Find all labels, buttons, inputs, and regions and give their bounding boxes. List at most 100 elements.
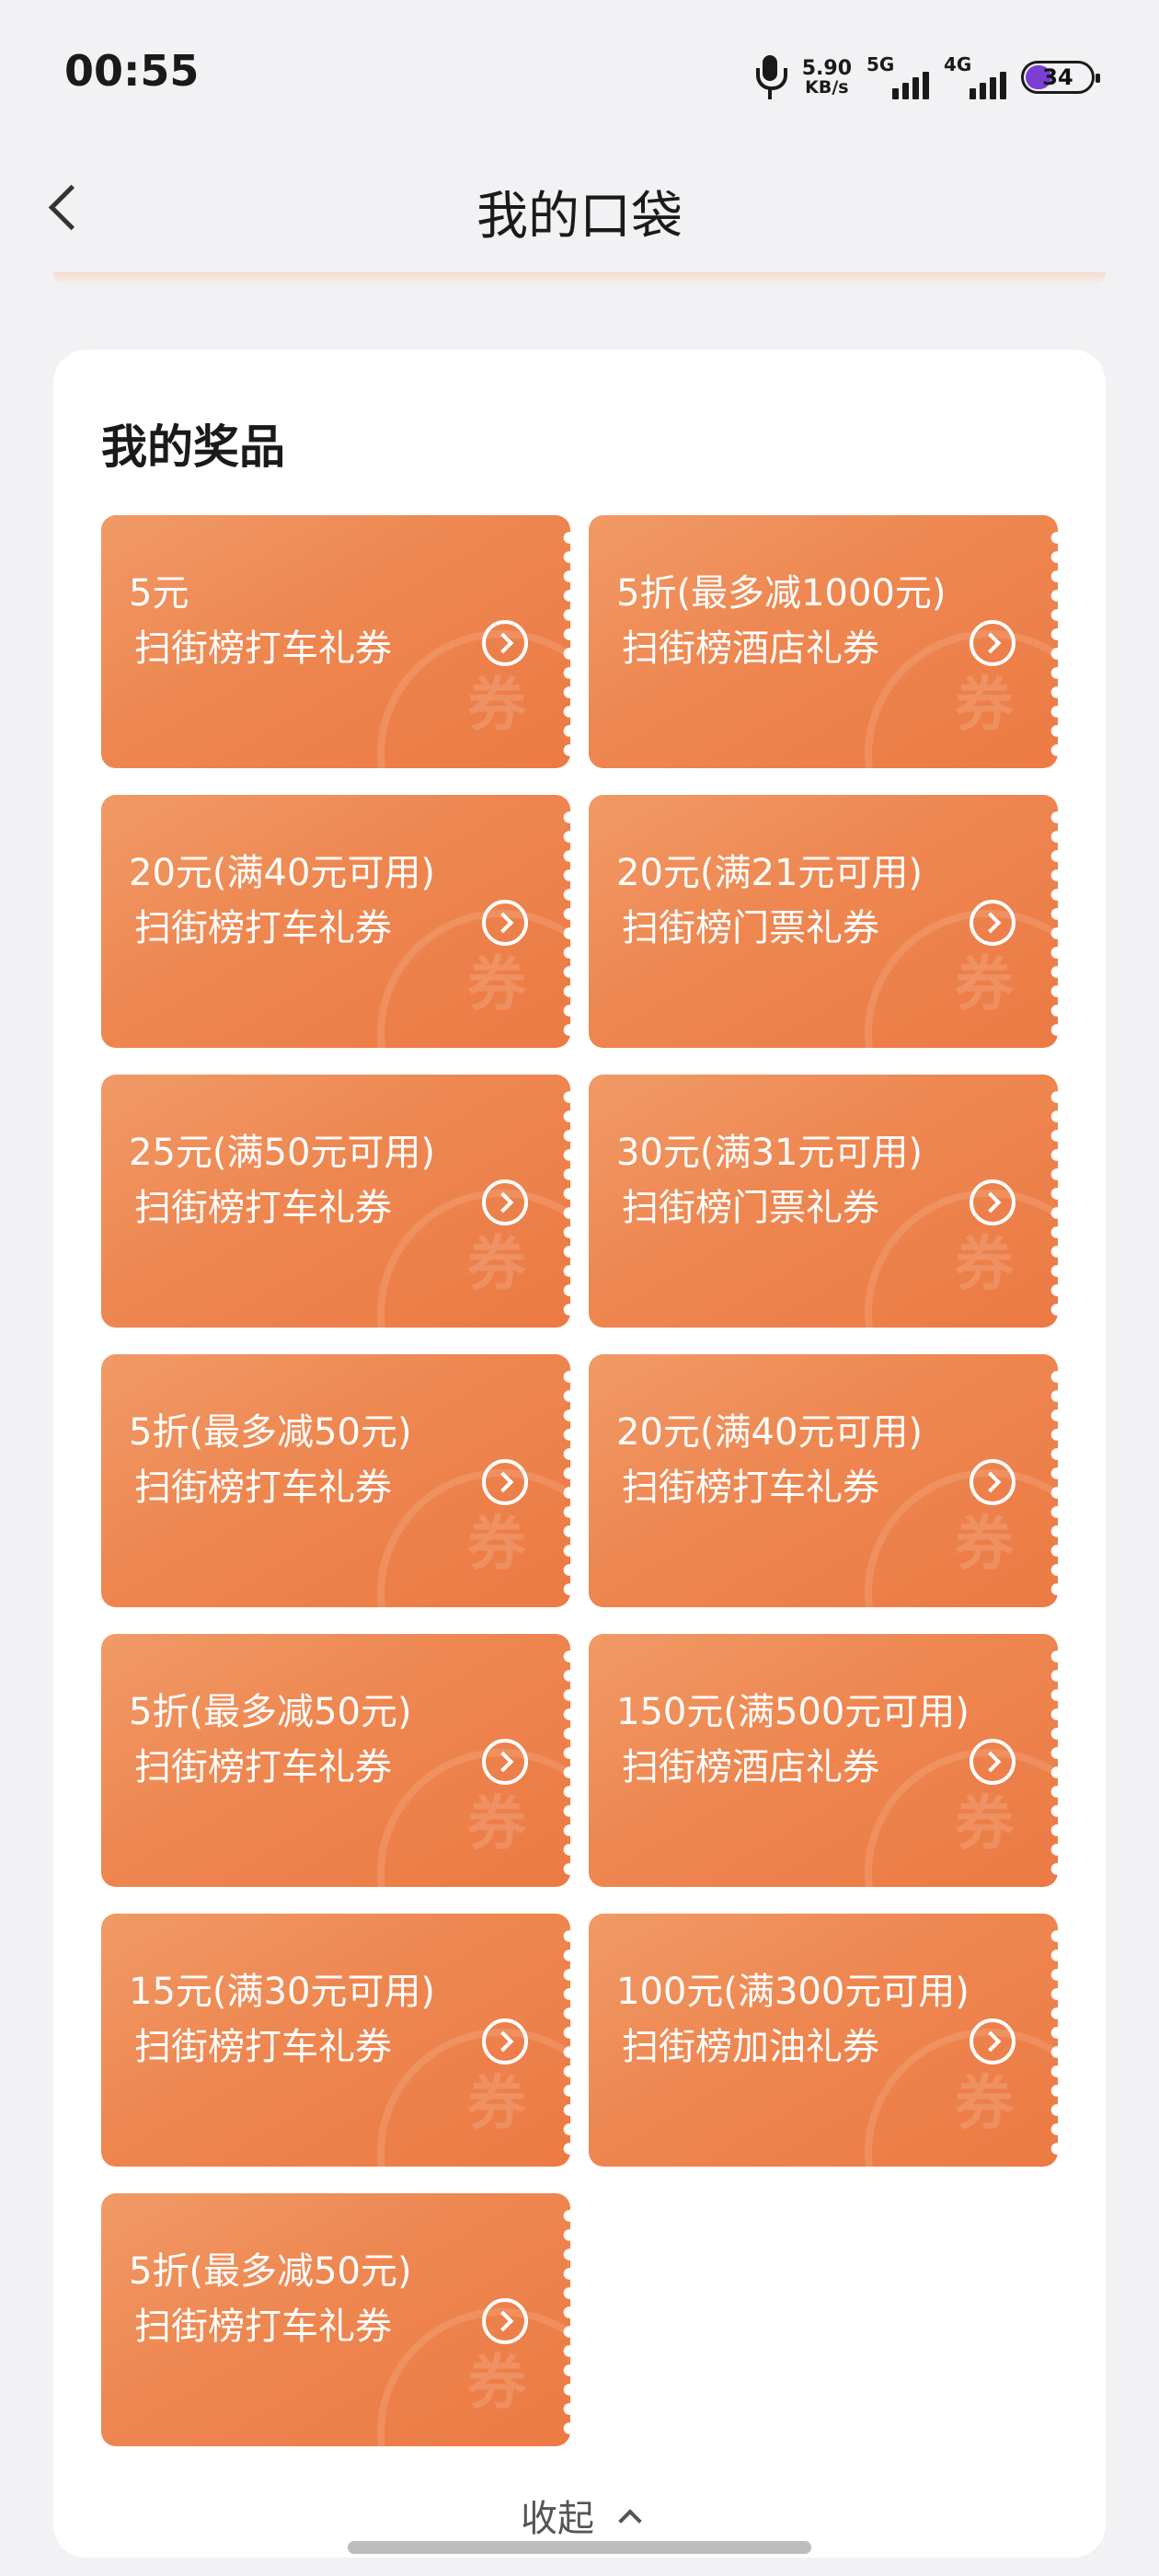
coupon-card[interactable]: 券 150元(满500元可用) 扫街榜酒店礼券 (589, 1634, 1058, 1887)
chevron-right-circle-icon[interactable] (482, 1739, 528, 1785)
coupon-perforation (1050, 1926, 1058, 2156)
chevron-right-circle-icon[interactable] (482, 620, 528, 666)
chevron-right-circle-icon[interactable] (970, 2018, 1016, 2064)
coupon-card[interactable]: 券 20元(满40元可用) 扫街榜打车礼券 (101, 795, 570, 1048)
coupon-watermark-text: 券 (955, 951, 1014, 1019)
status-bar: 00:55 5.90 KB/s 5G 4G 34 (0, 0, 1159, 147)
coupon-amount: 20元(满40元可用) (129, 852, 436, 894)
coupon-amount: 30元(满31元可用) (616, 1132, 924, 1174)
coupon-amount: 5折(最多减50元) (129, 2250, 412, 2293)
coupon-card[interactable]: 券 5折(最多减50元) 扫街榜打车礼券 (101, 2193, 570, 2446)
coupon-name: 扫街榜打车礼券 (134, 2026, 392, 2068)
coupon-watermark-text: 券 (467, 1511, 526, 1579)
coupon-name: 扫街榜打车礼券 (134, 2306, 392, 2348)
coupon-amount: 20元(满21元可用) (616, 852, 924, 894)
coupon-name: 扫街榜打车礼券 (134, 1466, 392, 1509)
chevron-right-circle-icon[interactable] (482, 2298, 528, 2344)
chevron-right-circle-icon[interactable] (970, 1739, 1016, 1785)
coupon-name: 扫街榜打车礼券 (134, 627, 392, 670)
coupon-watermark-text: 券 (955, 672, 1014, 740)
coupon-amount: 5折(最多减1000元) (616, 572, 947, 615)
coupon-name: 扫街榜酒店礼券 (622, 627, 879, 670)
signal-4g-label: 4G (944, 53, 972, 75)
network-speed-value: 5.90 (801, 56, 852, 80)
network-speed: 5.90 KB/s (801, 56, 852, 98)
coupon-perforation (562, 1647, 570, 1877)
coupon-amount: 15元(满30元可用) (129, 1971, 436, 2013)
coupon-amount: 5折(最多减50元) (129, 1411, 412, 1454)
coupon-perforation (1050, 1087, 1058, 1317)
network-speed-unit: KB/s (805, 76, 849, 98)
coupon-watermark-text: 券 (467, 672, 526, 740)
coupon-amount: 150元(满500元可用) (616, 1691, 970, 1733)
signal-4g-icon: 4G (944, 53, 1006, 101)
chevron-right-circle-icon[interactable] (482, 900, 528, 946)
coupon-card[interactable]: 券 20元(满21元可用) 扫街榜门票礼券 (589, 795, 1058, 1048)
coupon-amount: 5元 (129, 572, 189, 615)
coupon-card[interactable]: 券 5折(最多减50元) 扫街榜打车礼券 (101, 1354, 570, 1607)
coupon-card[interactable]: 券 25元(满50元可用) 扫街榜打车礼券 (101, 1075, 570, 1328)
chevron-right-circle-icon[interactable] (970, 900, 1016, 946)
coupon-watermark-text: 券 (955, 1511, 1014, 1579)
coupon-card[interactable]: 券 20元(满40元可用) 扫街榜打车礼券 (589, 1354, 1058, 1607)
header-banner-edge (53, 272, 1106, 285)
coupon-perforation (562, 2206, 570, 2436)
nav-bar: 我的口袋 (0, 147, 1159, 276)
coupon-watermark-text: 券 (955, 2070, 1014, 2138)
page-title: 我的口袋 (476, 187, 683, 247)
coupon-perforation (562, 1926, 570, 2156)
coupon-perforation (562, 808, 570, 1038)
collapse-button[interactable]: 收起 (53, 2489, 1106, 2542)
home-indicator[interactable] (348, 2541, 811, 2554)
battery-level: 34 (1042, 64, 1073, 90)
coupon-amount: 100元(满300元可用) (616, 1971, 970, 2013)
coupon-card[interactable]: 券 100元(满300元可用) 扫街榜加油礼券 (589, 1914, 1058, 2167)
coupon-name: 扫街榜打车礼券 (134, 1187, 392, 1229)
coupon-perforation (562, 1367, 570, 1597)
coupon-amount: 25元(满50元可用) (129, 1132, 436, 1174)
coupon-card[interactable]: 券 30元(满31元可用) 扫街榜门票礼券 (589, 1075, 1058, 1328)
status-time: 00:55 (64, 46, 200, 96)
section-title: 我的奖品 (101, 420, 285, 474)
chevron-up-icon (618, 2509, 642, 2533)
coupon-name: 扫街榜打车礼券 (134, 907, 392, 949)
microphone-icon (752, 53, 787, 101)
coupon-watermark-text: 券 (467, 951, 526, 1019)
coupon-watermark-text: 券 (955, 1231, 1014, 1299)
coupon-perforation (1050, 528, 1058, 758)
coupon-watermark-text: 券 (467, 1790, 526, 1858)
coupon-card[interactable]: 券 5折(最多减1000元) 扫街榜酒店礼券 (589, 515, 1058, 768)
battery-icon: 34 (1021, 61, 1100, 94)
coupon-amount: 20元(满40元可用) (616, 1411, 924, 1454)
chevron-right-circle-icon[interactable] (482, 1459, 528, 1505)
coupon-perforation (1050, 808, 1058, 1038)
chevron-right-circle-icon[interactable] (482, 1179, 528, 1225)
coupon-card[interactable]: 券 5折(最多减50元) 扫街榜打车礼券 (101, 1634, 570, 1887)
coupon-card[interactable]: 券 15元(满30元可用) 扫街榜打车礼券 (101, 1914, 570, 2167)
coupon-perforation (562, 1087, 570, 1317)
coupon-name: 扫街榜打车礼券 (134, 1746, 392, 1788)
coupon-card[interactable]: 券 5元扫街榜打车礼券 (101, 515, 570, 768)
coupon-perforation (1050, 1367, 1058, 1597)
coupon-amount: 5折(最多减50元) (129, 1691, 412, 1733)
collapse-label: 收起 (521, 2498, 594, 2540)
signal-5g-label: 5G (866, 53, 895, 75)
status-icons: 5.90 KB/s 5G 4G 34 (752, 50, 1100, 105)
coupon-name: 扫街榜加油礼券 (622, 2026, 879, 2068)
coupon-watermark-text: 券 (467, 2070, 526, 2138)
coupon-watermark-text: 券 (955, 1790, 1014, 1858)
chevron-right-circle-icon[interactable] (482, 2018, 528, 2064)
coupon-name: 扫街榜酒店礼券 (622, 1746, 879, 1788)
prizes-card: 我的奖品 券 5元 扫街榜打车礼券券 5折(最多减1000元) 扫街榜酒店礼券券 20元(… (53, 350, 1106, 2558)
coupon-name: 扫街榜门票礼券 (622, 1187, 879, 1229)
coupon-watermark-text: 券 (467, 1231, 526, 1299)
chevron-right-circle-icon[interactable] (970, 1179, 1016, 1225)
coupon-name: 扫街榜门票礼券 (622, 907, 879, 949)
signal-5g-icon: 5G (866, 53, 929, 101)
coupon-watermark-text: 券 (467, 2350, 526, 2418)
coupon-perforation (1050, 1647, 1058, 1877)
coupon-perforation (562, 528, 570, 758)
chevron-right-circle-icon[interactable] (970, 620, 1016, 666)
chevron-right-circle-icon[interactable] (970, 1459, 1016, 1505)
coupon-name: 扫街榜打车礼券 (622, 1466, 879, 1509)
